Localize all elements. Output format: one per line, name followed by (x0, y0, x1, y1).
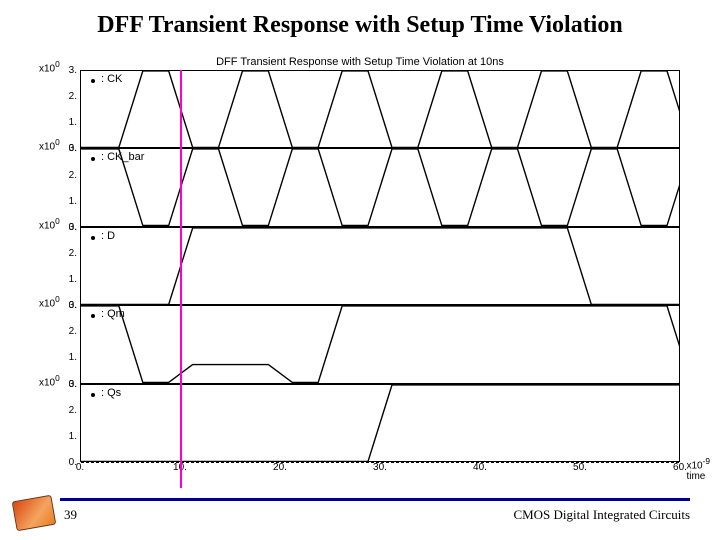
x-tick-label: 0. (76, 462, 84, 473)
panel-qs: x1003.2.1.0.: Qs (80, 384, 680, 462)
y-tick-labels: 3.2.1.0. (53, 149, 77, 225)
panel-d: x1003.2.1.0.: D (80, 227, 680, 305)
signal-trace (81, 385, 679, 461)
y-tick-labels: 3.2.1.0. (53, 228, 77, 304)
y-tick-label: 3. (69, 301, 77, 311)
page-number: 39 (64, 507, 77, 523)
y-tick-label: 1. (69, 197, 77, 207)
signal-trace (81, 306, 679, 382)
panel-qm: x1003.2.1.0.: Qm (80, 305, 680, 383)
x-tick-label: 50. (573, 462, 587, 473)
y-tick-label: 3. (69, 223, 77, 233)
footer-rule (60, 498, 690, 501)
page-title: DFF Transient Response with Setup Time V… (0, 12, 720, 39)
signal-trace (81, 149, 679, 225)
y-tick-labels: 3.2.1.0. (53, 385, 77, 461)
signal-trace (81, 71, 679, 147)
signal-trace (81, 228, 679, 304)
setup-violation-marker (180, 70, 182, 488)
y-tick-label: 3. (69, 66, 77, 76)
y-tick-labels: 3.2.1.0. (53, 71, 77, 147)
y-tick-label: 2. (69, 171, 77, 181)
y-tick-label: 1. (69, 353, 77, 363)
y-tick-label: 1. (69, 275, 77, 285)
x-tick-label: 30. (373, 462, 387, 473)
y-tick-label: 2. (69, 327, 77, 337)
y-tick-labels: 3.2.1.0. (53, 306, 77, 382)
x-exp-label: x10-9time (686, 456, 710, 482)
figure-title: DFF Transient Response with Setup Time V… (0, 56, 720, 68)
y-tick-label: 2. (69, 406, 77, 416)
y-tick-label: 1. (69, 432, 77, 442)
x-tick-label: 60. (673, 462, 687, 473)
footer-text: CMOS Digital Integrated Circuits (513, 507, 690, 523)
panel-ck_bar: x1003.2.1.0.: CK_bar (80, 148, 680, 226)
y-tick-label: 3. (69, 144, 77, 154)
panel-ck: x1003.2.1.0.: CK (80, 70, 680, 148)
x-tick-label: 20. (273, 462, 287, 473)
plot-area: x1003.2.1.0.: CKx1003.2.1.0.: CK_barx100… (80, 70, 680, 480)
x-axis: 0.10.20.30.40.50.60.x10-9time (80, 462, 680, 476)
logo-tile (12, 495, 57, 531)
y-tick-label: 2. (69, 249, 77, 259)
y-tick-label: 3. (69, 380, 77, 390)
x-tick-label: 40. (473, 462, 487, 473)
y-tick-label: 2. (69, 92, 77, 102)
y-tick-label: 1. (69, 118, 77, 128)
